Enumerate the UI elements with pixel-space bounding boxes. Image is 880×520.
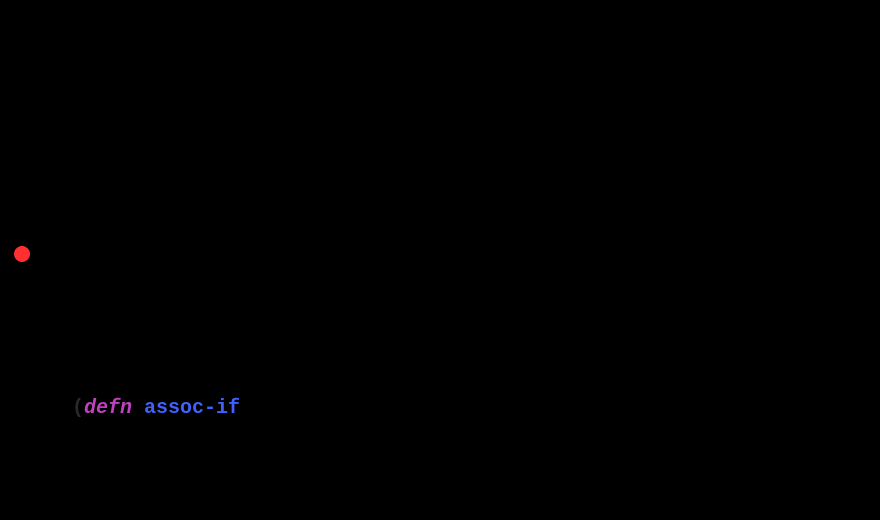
error-marker-icon[interactable] [14,246,30,262]
code-line[interactable]: (defn assoc-if [72,393,880,425]
paren: ( [72,397,84,420]
gutter [0,130,40,520]
code-content[interactable]: (defn assoc-if [m kvse & kvs] (->> (appl… [72,296,880,520]
code-editor[interactable]: (defn assoc-if [m kvse & kvs] (->> (appl… [0,130,880,520]
keyword-defn: defn [84,397,132,420]
fn-name: assoc-if [144,397,240,420]
